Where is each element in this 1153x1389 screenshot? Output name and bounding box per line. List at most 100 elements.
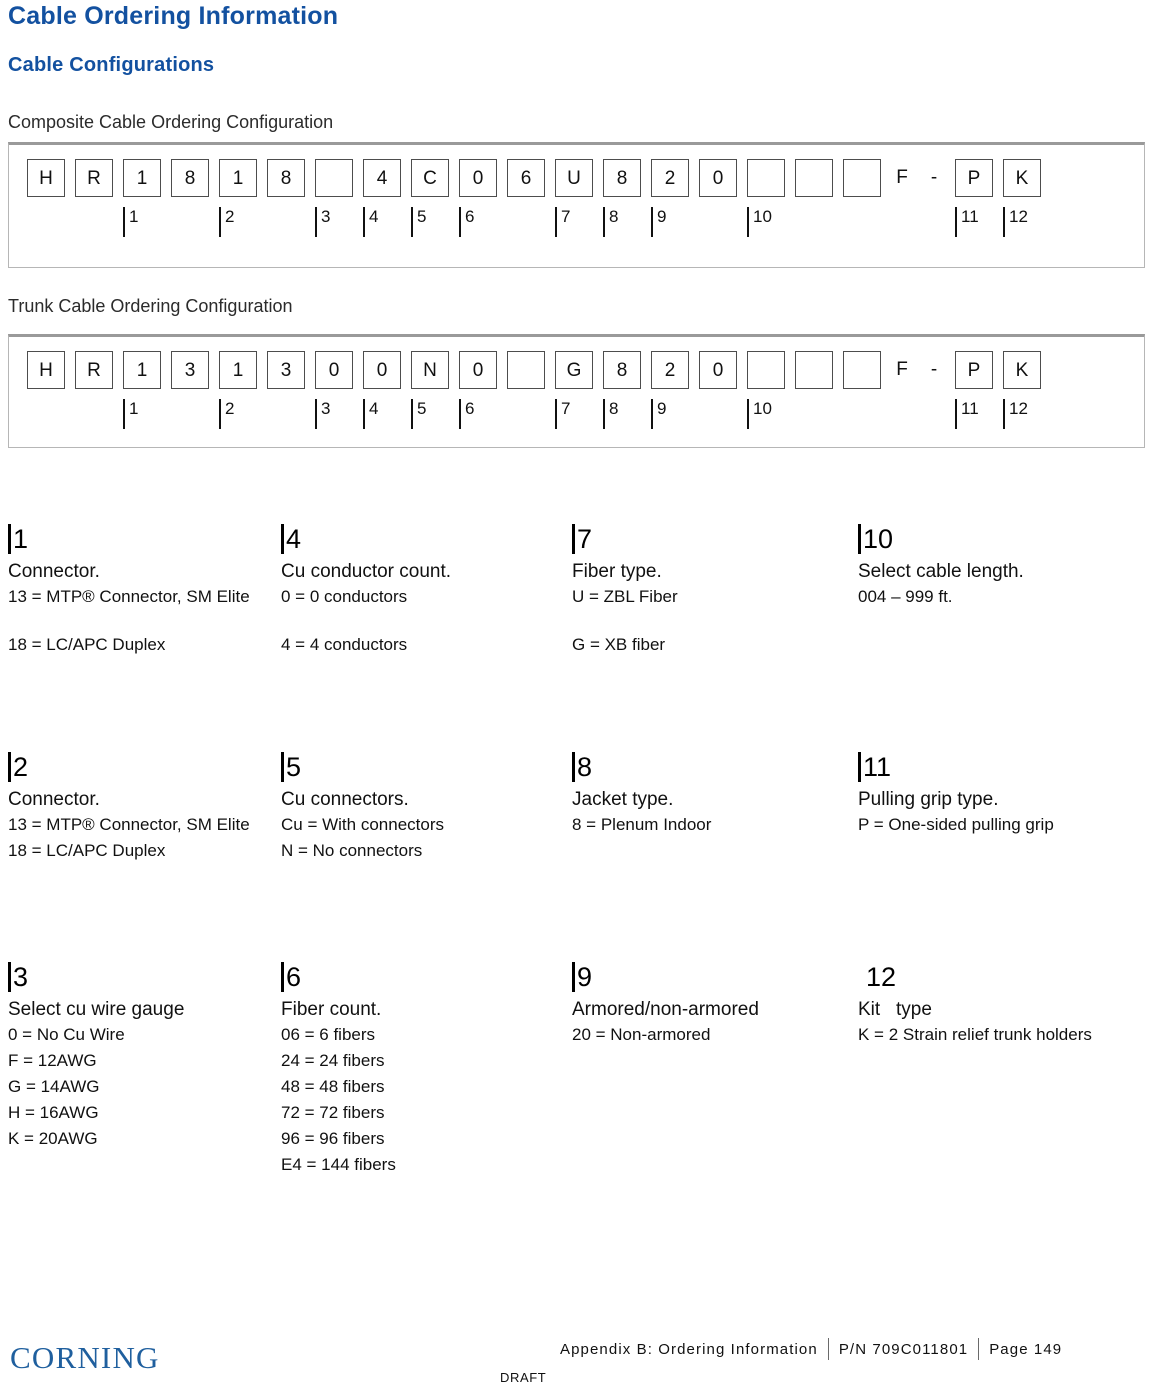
position-marker: 1	[123, 399, 138, 429]
legend-option-line: K = 2 Strain relief trunk holders	[858, 1025, 1092, 1044]
marker-number: 5	[417, 207, 427, 226]
marker-number: 2	[225, 399, 235, 418]
legend-item-number-row: 9	[572, 962, 857, 996]
code-box: 8	[603, 159, 641, 197]
corning-logo: CORNING	[10, 1340, 160, 1375]
legend-item-number: 9	[577, 962, 593, 992]
legend-line-spacer	[281, 610, 566, 632]
position-marker: 12	[1003, 207, 1028, 237]
position-marker: 6	[459, 399, 474, 429]
legend-option-line: 96 = 96 fibers	[281, 1129, 385, 1148]
legend-item-9: 9 Armored/non-armored 20 = Non-armored	[572, 962, 857, 1048]
legend-option-line: F = 12AWG	[8, 1051, 97, 1070]
footer-meta: Appendix B: Ordering Information P/N 709…	[560, 1338, 1062, 1360]
code-text: F	[896, 359, 908, 380]
code-box	[747, 351, 785, 389]
legend-option-line: G = 14AWG	[8, 1077, 100, 1096]
legend-item-number-row: 10	[858, 524, 1150, 558]
marker-bar-icon	[603, 399, 605, 429]
position-marker: 9	[651, 207, 666, 237]
diagram-frame: H R 1 8 1 8 4 C 0 6 U 8 2 0 F - P K 1 2 3 4 5 6 7 8 9 10 11 12	[8, 142, 1145, 268]
legend-item-number-row: 7	[572, 524, 857, 558]
code-box: C	[411, 159, 449, 197]
code-box: 3	[267, 351, 305, 389]
legend-option-line: Cu = With connectors	[281, 815, 444, 834]
marker-bar-icon	[315, 207, 317, 237]
code-box	[747, 159, 785, 197]
code-box	[795, 159, 833, 197]
legend-item-number: 6	[286, 962, 302, 992]
legend-bar-icon	[572, 524, 575, 554]
legend-item-number-row: 11	[858, 752, 1150, 786]
legend-item-number: 5	[286, 752, 302, 782]
legend-bar-icon	[8, 962, 11, 992]
code-box: G	[555, 351, 593, 389]
marker-number: 8	[609, 207, 619, 226]
legend-bar-icon	[572, 752, 575, 782]
legend-option-line: 20 = Non-armored	[572, 1025, 711, 1044]
code-box: 2	[651, 159, 689, 197]
marker-number: 11	[961, 399, 979, 418]
code-box: 6	[507, 159, 545, 197]
legend-item-title: Armored/non-armored	[572, 999, 759, 1020]
legend-option-line: E4 = 144 fibers	[281, 1155, 396, 1174]
marker-bar-icon	[1003, 207, 1005, 237]
ordering-code-boxes: HR18184C06U820F-PK	[27, 159, 1051, 197]
legend-item-number: 11	[863, 752, 892, 782]
legend-item-number-row: 12	[858, 962, 1150, 996]
legend-item-number-row: 3	[8, 962, 276, 996]
position-marker: 7	[555, 207, 570, 237]
marker-number: 3	[321, 399, 331, 418]
marker-number: 11	[961, 207, 979, 226]
legend-item-title: Fiber count.	[281, 999, 382, 1020]
legend-bar-icon	[281, 524, 284, 554]
legend-option-line: 18 = LC/APC Duplex	[8, 841, 166, 860]
legend-option-line: N = No connectors	[281, 841, 423, 860]
code-box	[315, 159, 353, 197]
position-marker: 5	[411, 399, 426, 429]
legend-item-number: 7	[577, 524, 593, 554]
footer-divider-2	[978, 1338, 980, 1360]
code-box: 8	[603, 351, 641, 389]
marker-bar-icon	[363, 399, 365, 429]
marker-bar-icon	[411, 399, 413, 429]
legend-option-line: 4 = 4 conductors	[281, 635, 408, 654]
marker-bar-icon	[459, 399, 461, 429]
marker-bar-icon	[315, 399, 317, 429]
marker-bar-icon	[555, 399, 557, 429]
legend-item-8: 8 Jacket type. 8 = Plenum Indoor	[572, 752, 857, 838]
code-box: 0	[315, 351, 353, 389]
legend-option-line: P = One-sided pulling grip	[858, 815, 1054, 834]
marker-number: 12	[1009, 399, 1028, 418]
legend-line-spacer	[572, 610, 857, 632]
legend-item-1: 1 Connector. 13 = MTP® Connector, SM Elite…	[8, 524, 276, 658]
position-marker: 11	[955, 399, 979, 429]
marker-number: 4	[369, 399, 379, 418]
marker-bar-icon	[459, 207, 461, 237]
legend-item-number-row: 2	[8, 752, 276, 786]
marker-bar-icon	[955, 207, 957, 237]
marker-bar-icon	[411, 207, 413, 237]
marker-bar-icon	[555, 207, 557, 237]
legend-option-line: 48 = 48 fibers	[281, 1077, 385, 1096]
code-box: H	[27, 351, 65, 389]
legend-option-line: 0 = No Cu Wire	[8, 1025, 125, 1044]
marker-number: 9	[657, 207, 667, 226]
legend-item-4: 4 Cu conductor count. 0 = 0 conductors 4 = …	[281, 524, 566, 658]
code-box: 8	[267, 159, 305, 197]
code-box: P	[955, 351, 993, 389]
marker-number: 6	[465, 207, 475, 226]
legend-item-title: Kit type	[858, 999, 932, 1020]
code-box	[507, 351, 545, 389]
footer-appendix: Appendix B: Ordering Information	[560, 1340, 818, 1358]
code-box: 0	[459, 351, 497, 389]
code-box: 0	[699, 159, 737, 197]
position-marker: 10	[747, 207, 772, 237]
code-box: K	[1003, 351, 1041, 389]
diagram-frame: H R 1 3 1 3 0 0 N 0 G 8 2 0 F - P K 1 2 3 4 5 6 7 8 9 10 11 12	[8, 334, 1145, 448]
marker-bar-icon	[363, 207, 365, 237]
position-marker: 3	[315, 207, 330, 237]
position-marker: 2	[219, 399, 234, 429]
marker-bar-icon	[955, 399, 957, 429]
marker-bar-icon	[651, 399, 653, 429]
